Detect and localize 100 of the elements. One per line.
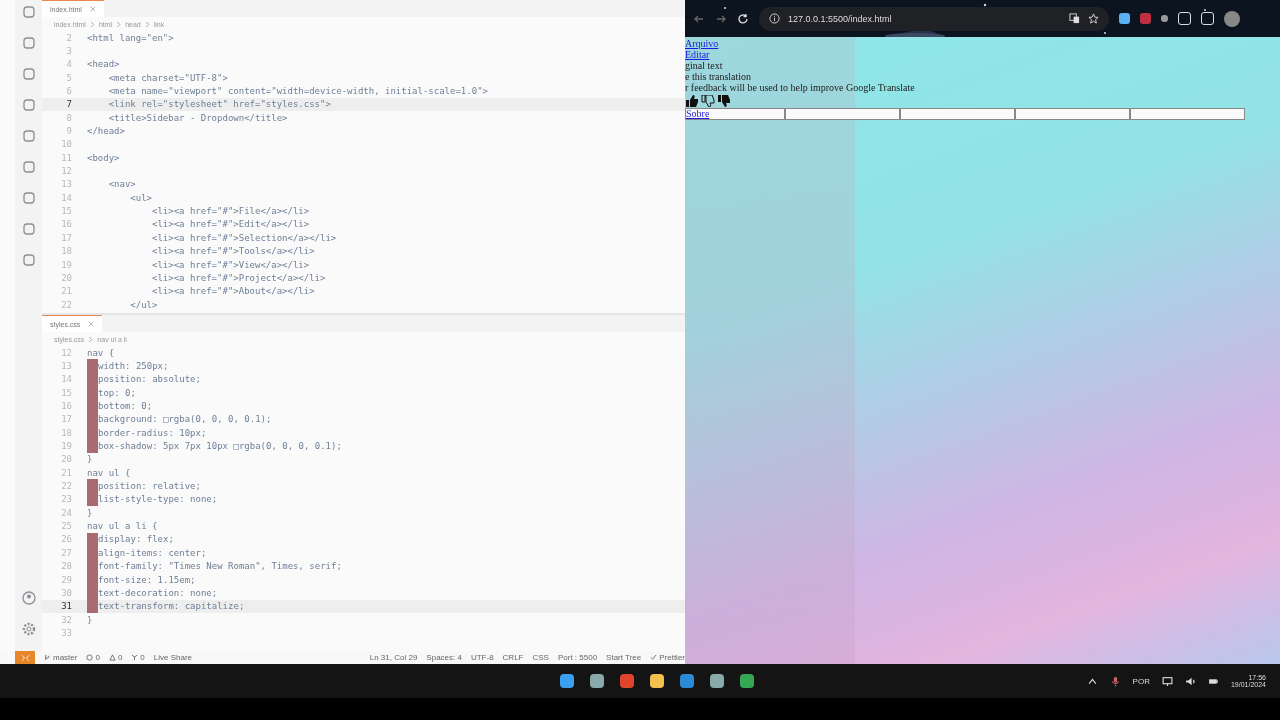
code-line: <meta charset="UTF-8"> bbox=[107, 72, 228, 83]
status-item[interactable]: CSS bbox=[532, 653, 549, 662]
warning-icon bbox=[108, 654, 116, 661]
address-bar[interactable]: 127.0.0.1:5500/index.html bbox=[759, 6, 1109, 31]
live-share-button[interactable]: Live Share bbox=[153, 653, 193, 662]
line-number: 14 bbox=[60, 192, 73, 203]
line-number: 30 bbox=[60, 587, 73, 598]
line-number: 13 bbox=[60, 361, 73, 371]
error-count[interactable]: 0 bbox=[95, 653, 100, 662]
line-number: 5 bbox=[65, 72, 73, 83]
code-line: <nav> bbox=[107, 179, 136, 190]
code-line: font-size: 1.15em; bbox=[98, 574, 196, 585]
code-line: <link rel="stylesheet" href="styles.css"> bbox=[107, 99, 331, 110]
translate-icon[interactable] bbox=[1069, 13, 1080, 24]
code-line: nav { bbox=[87, 347, 115, 358]
line-number: 16 bbox=[60, 401, 73, 412]
line-number: 29 bbox=[60, 574, 73, 585]
prettier-button[interactable]: Prettier bbox=[659, 653, 685, 662]
extension-icon[interactable] bbox=[1140, 13, 1151, 24]
status-item[interactable]: CRLF bbox=[502, 653, 524, 662]
settings-icon[interactable] bbox=[20, 621, 37, 637]
line-number: 20 bbox=[60, 454, 73, 465]
line-number: 17 bbox=[60, 232, 73, 243]
line-number: 13 bbox=[60, 179, 73, 190]
error-icon bbox=[86, 654, 94, 661]
code-line: <li><a href="#">Selection</a></li> bbox=[151, 232, 337, 243]
line-number: 21 bbox=[60, 467, 73, 478]
line-number: 2 bbox=[65, 32, 73, 43]
code-line: text-transform: capitalize; bbox=[98, 601, 245, 612]
code-line: top: 0; bbox=[98, 387, 136, 398]
code-line: <meta name="viewport" content="width=device-width, initial-scale=1.0"> bbox=[107, 86, 488, 97]
line-number: 32 bbox=[60, 614, 73, 625]
chevron-right-icon bbox=[89, 20, 95, 28]
star-icon[interactable] bbox=[1088, 13, 1099, 24]
code-line: position: absolute; bbox=[98, 374, 201, 385]
code-line: <li><a href="#">File</a></li> bbox=[151, 206, 310, 217]
chevron-right-icon bbox=[144, 20, 150, 28]
reload-button[interactable] bbox=[737, 12, 749, 25]
status-item[interactable]: UTF-8 bbox=[470, 653, 494, 662]
code-line: align-items: center; bbox=[98, 547, 207, 558]
info-icon[interactable] bbox=[769, 13, 780, 24]
code-line: background: □rgba(0, 0, 0, 0.1); bbox=[98, 414, 272, 425]
nav-link[interactable]: Sobre bbox=[686, 109, 710, 119]
extension-icon[interactable] bbox=[1161, 15, 1168, 22]
line-number: 21 bbox=[60, 286, 73, 297]
branch-label[interactable]: master bbox=[53, 653, 78, 662]
status-item[interactable]: Port : 5500 bbox=[557, 653, 598, 662]
nav-link[interactable]: Editar bbox=[685, 49, 1280, 60]
line-number: 23 bbox=[60, 494, 73, 505]
status-item[interactable]: Ln 31, Col 29 bbox=[369, 653, 418, 662]
code-line: width: 250px; bbox=[98, 361, 169, 371]
line-number: 25 bbox=[60, 521, 73, 532]
code-line: </ul> bbox=[129, 299, 158, 310]
code-line: <body> bbox=[87, 152, 120, 163]
microphone-icon[interactable] bbox=[1109, 675, 1121, 687]
line-number: 20 bbox=[60, 272, 73, 283]
line-number: 10 bbox=[60, 139, 73, 150]
line-number: 22 bbox=[60, 299, 73, 310]
thumbs-down-icon[interactable] bbox=[717, 95, 731, 107]
line-number: 8 bbox=[65, 112, 73, 123]
code-line: <ul> bbox=[129, 192, 153, 203]
ports-count[interactable]: 0 bbox=[140, 653, 145, 662]
code-line: <title>Sidebar - Dropdown</title> bbox=[107, 112, 288, 123]
line-number: 15 bbox=[60, 206, 73, 217]
chevron-right-icon bbox=[88, 335, 94, 343]
code-line: } bbox=[87, 507, 93, 518]
code-line: box-shadow: 5px 7px 10px □rgba(0, 0, 0, 0.1); bbox=[98, 441, 342, 452]
line-number: 7 bbox=[65, 99, 73, 110]
code-line: display: flex; bbox=[98, 534, 174, 545]
check-icon bbox=[650, 654, 658, 661]
chevron-right-icon bbox=[116, 20, 122, 28]
code-line: } bbox=[87, 454, 93, 465]
warning-count[interactable]: 0 bbox=[117, 653, 123, 662]
translate-text: e this translation bbox=[685, 71, 753, 82]
code-line: nav ul a li { bbox=[87, 521, 158, 532]
code-line: <li><a href="#">View</a></li> bbox=[151, 259, 310, 270]
code-line: <li><a href="#">Project</a></li> bbox=[151, 272, 326, 283]
line-number: 26 bbox=[60, 534, 73, 545]
line-number: 14 bbox=[60, 374, 73, 385]
line-number: 33 bbox=[60, 627, 73, 638]
remote-icon bbox=[20, 653, 30, 662]
translate-text: ginal text bbox=[685, 60, 724, 71]
nav-link[interactable]: Arquivo bbox=[685, 38, 1280, 49]
speaker-icon[interactable] bbox=[1184, 675, 1196, 687]
line-number: 28 bbox=[60, 561, 73, 572]
translate-text: r feedback will be used to help improve Google Translate bbox=[685, 82, 916, 93]
line-number: 18 bbox=[60, 246, 73, 257]
code-line: text-decoration: none; bbox=[98, 587, 218, 598]
start-tree-button[interactable]: Start Tree bbox=[606, 653, 642, 662]
language-indicator[interactable]: POR bbox=[1132, 676, 1150, 686]
thumbs-up-icon[interactable] bbox=[685, 95, 699, 107]
line-number: 11 bbox=[60, 152, 73, 163]
chevron-up-icon[interactable] bbox=[1086, 675, 1098, 687]
thumbs-down-icon[interactable] bbox=[701, 95, 715, 107]
account-icon[interactable] bbox=[20, 590, 37, 606]
code-line: <li><a href="#">Edit</a></li> bbox=[151, 219, 310, 230]
line-number: 16 bbox=[60, 219, 73, 230]
status-item[interactable]: Spaces: 4 bbox=[426, 653, 462, 662]
line-number: 31 bbox=[60, 601, 73, 612]
line-number: 12 bbox=[60, 347, 73, 358]
